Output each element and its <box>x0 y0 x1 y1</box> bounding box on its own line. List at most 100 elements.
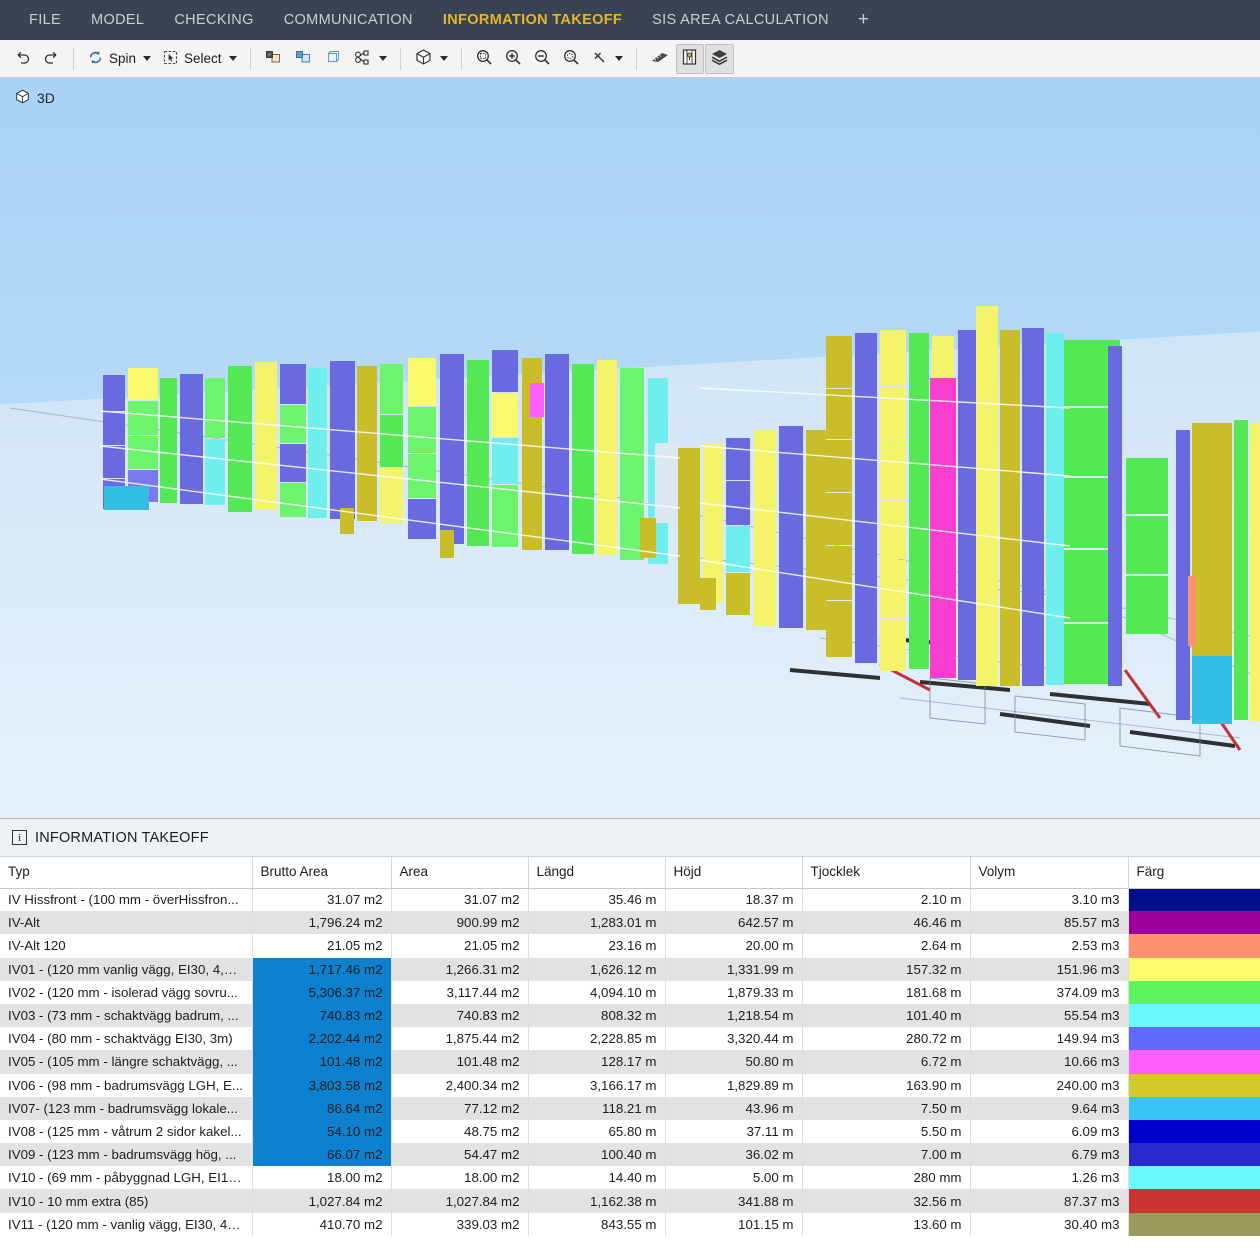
cell-farg-swatch[interactable] <box>1128 1096 1260 1120</box>
undo-button[interactable] <box>8 44 36 74</box>
table-row[interactable]: IV02 - (120 mm - isolerad vägg sovru... 5… <box>0 980 1260 1004</box>
cell-tjocklek[interactable]: 7.00 m <box>802 1143 971 1167</box>
zoom-window-button[interactable] <box>470 44 498 74</box>
cell-hojd[interactable]: 50.80 m <box>665 1050 803 1074</box>
cell-volym[interactable]: 2.53 m3 <box>970 934 1129 958</box>
takeoff-grid-scroll[interactable]: Typ Brutto Area Area Längd Höjd Tjocklek… <box>0 857 1260 1260</box>
cell-farg-swatch[interactable] <box>1128 934 1260 958</box>
chevron-down-icon[interactable] <box>143 56 152 61</box>
pick-button[interactable] <box>586 44 628 74</box>
cell-langd[interactable]: 3,166.17 m <box>528 1073 666 1097</box>
cell-tjocklek[interactable]: 157.32 m <box>802 957 971 981</box>
cell-tjocklek[interactable]: 13.60 m <box>802 1212 971 1236</box>
cell-volym[interactable]: 9.64 m3 <box>970 1096 1129 1120</box>
table-row[interactable]: IV07- (123 mm - badrumsvägg lokale... 86.… <box>0 1096 1260 1120</box>
cell-hojd[interactable]: 37.11 m <box>665 1119 803 1144</box>
cell-volym[interactable]: 55.54 m3 <box>970 1003 1129 1028</box>
cell-hojd[interactable]: 1,879.33 m <box>665 980 803 1004</box>
table-row[interactable]: IV11 - (120 mm - vanlig vägg, EI30, 4,6.… <box>0 1212 1260 1236</box>
table-row[interactable]: IV01 - (120 mm vanlig vägg, EI30, 4,6m) 1… <box>0 957 1260 981</box>
cell-farg-swatch[interactable] <box>1128 1073 1260 1097</box>
cell-area[interactable]: 1,875.44 m2 <box>391 1027 529 1051</box>
redo-button[interactable] <box>37 44 65 74</box>
table-row[interactable]: IV06 - (98 mm - badrumsvägg LGH, E... 3,8… <box>0 1073 1260 1097</box>
cell-langd[interactable]: 100.40 m <box>528 1143 666 1167</box>
cell-typ[interactable]: IV11 - (120 mm - vanlig vägg, EI30, 4,6.… <box>0 1212 253 1236</box>
cell-farg-swatch[interactable] <box>1128 957 1260 981</box>
cell-area[interactable]: 101.48 m2 <box>391 1050 529 1074</box>
cell-area[interactable]: 2,400.34 m2 <box>391 1073 529 1097</box>
cell-langd[interactable]: 35.46 m <box>528 888 666 912</box>
box-view-button[interactable] <box>409 44 453 74</box>
table-row[interactable]: IV05 - (105 mm - längre schaktvägg, ... 1… <box>0 1050 1260 1074</box>
cell-langd[interactable]: 1,162.38 m <box>528 1189 666 1213</box>
cell-hojd[interactable]: 36.02 m <box>665 1143 803 1167</box>
cell-brutto-area[interactable]: 1,796.24 m2 <box>252 911 392 935</box>
table-row[interactable]: IV09 - (123 mm - badrumsvägg hög, ... 66.… <box>0 1143 1260 1167</box>
cell-hojd[interactable]: 43.96 m <box>665 1096 803 1120</box>
cell-brutto-area[interactable]: 54.10 m2 <box>252 1119 392 1144</box>
cell-farg-swatch[interactable] <box>1128 1119 1260 1144</box>
cell-area[interactable]: 77.12 m2 <box>391 1096 529 1120</box>
cell-langd[interactable]: 843.55 m <box>528 1212 666 1236</box>
cell-farg-swatch[interactable] <box>1128 888 1260 912</box>
cell-typ[interactable]: IV03 - (73 mm - schaktvägg badrum, ... <box>0 1003 253 1028</box>
cell-typ[interactable]: IV05 - (105 mm - längre schaktvägg, ... <box>0 1050 253 1074</box>
cell-volym[interactable]: 151.96 m3 <box>970 957 1129 981</box>
column-header-typ[interactable]: Typ <box>0 857 253 889</box>
cell-area[interactable]: 48.75 m2 <box>391 1119 529 1144</box>
cell-hojd[interactable]: 341.88 m <box>665 1189 803 1213</box>
cell-brutto-area[interactable]: 2,202.44 m2 <box>252 1027 392 1051</box>
cell-hojd[interactable]: 3,320.44 m <box>665 1027 803 1051</box>
column-header-brutto-area[interactable]: Brutto Area <box>252 857 392 889</box>
zoom-out-button[interactable] <box>528 44 556 74</box>
cell-langd[interactable]: 23.16 m <box>528 934 666 958</box>
ribbon-tab-sis-area-calculation[interactable]: SIS AREA CALCULATION <box>637 0 844 40</box>
cell-tjocklek[interactable]: 101.40 m <box>802 1003 971 1028</box>
cell-langd[interactable]: 808.32 m <box>528 1003 666 1028</box>
cell-typ[interactable]: IV10 - (69 mm - påbyggnad LGH, EI15... <box>0 1166 253 1190</box>
cell-volym[interactable]: 149.94 m3 <box>970 1027 1129 1051</box>
cell-tjocklek[interactable]: 32.56 m <box>802 1189 971 1213</box>
cell-area[interactable]: 1,266.31 m2 <box>391 957 529 981</box>
cell-tjocklek[interactable]: 5.50 m <box>802 1119 971 1144</box>
cell-tjocklek[interactable]: 2.10 m <box>802 888 971 912</box>
cell-langd[interactable]: 128.17 m <box>528 1050 666 1074</box>
table-row[interactable]: IV Hissfront - (100 mm - överHissfron...… <box>0 888 1260 912</box>
show-components-button[interactable] <box>319 44 347 74</box>
cell-brutto-area[interactable]: 740.83 m2 <box>252 1003 392 1028</box>
cell-volym[interactable]: 3.10 m3 <box>970 888 1129 912</box>
chevron-down-icon[interactable] <box>378 56 387 61</box>
cell-brutto-area[interactable]: 1,027.84 m2 <box>252 1189 392 1213</box>
cell-hojd[interactable]: 642.57 m <box>665 911 803 935</box>
cell-tjocklek[interactable]: 2.64 m <box>802 934 971 958</box>
cell-brutto-area[interactable]: 21.05 m2 <box>252 934 392 958</box>
cell-volym[interactable]: 30.40 m3 <box>970 1212 1129 1236</box>
cell-langd[interactable]: 1,283.01 m <box>528 911 666 935</box>
cell-langd[interactable]: 65.80 m <box>528 1119 666 1144</box>
cell-langd[interactable]: 1,626.12 m <box>528 957 666 981</box>
ribbon-tab-file[interactable]: FILE <box>14 0 76 40</box>
cell-tjocklek[interactable]: 6.72 m <box>802 1050 971 1074</box>
cell-brutto-area[interactable]: 31.07 m2 <box>252 888 392 912</box>
cell-area[interactable]: 21.05 m2 <box>391 934 529 958</box>
column-header-hojd[interactable]: Höjd <box>665 857 803 889</box>
cell-area[interactable]: 31.07 m2 <box>391 888 529 912</box>
table-row[interactable]: IV-Alt 1,796.24 m2 900.99 m2 1,283.01 m 642.… <box>0 911 1260 935</box>
table-row[interactable]: IV10 - (69 mm - påbyggnad LGH, EI15... 18… <box>0 1166 1260 1190</box>
cell-volym[interactable]: 240.00 m3 <box>970 1073 1129 1097</box>
cell-typ[interactable]: IV10 - 10 mm extra (85) <box>0 1189 253 1213</box>
cell-brutto-area[interactable]: 101.48 m2 <box>252 1050 392 1074</box>
cell-brutto-area[interactable]: 3,803.58 m2 <box>252 1073 392 1097</box>
cell-farg-swatch[interactable] <box>1128 1143 1260 1167</box>
cell-typ[interactable]: IV09 - (123 mm - badrumsvägg hög, ... <box>0 1143 253 1167</box>
table-row[interactable]: IV08 - (125 mm - våtrum 2 sidor kakel...… <box>0 1119 1260 1144</box>
column-header-volym[interactable]: Volym <box>970 857 1129 889</box>
chevron-down-icon[interactable] <box>228 56 237 61</box>
cell-volym[interactable]: 85.57 m3 <box>970 911 1129 935</box>
zoom-fit-button[interactable] <box>557 44 585 74</box>
cell-brutto-area[interactable]: 5,306.37 m2 <box>252 980 392 1004</box>
cell-farg-swatch[interactable] <box>1128 1189 1260 1213</box>
cell-langd[interactable]: 118.21 m <box>528 1096 666 1120</box>
column-header-farg[interactable]: Färg <box>1128 857 1260 889</box>
